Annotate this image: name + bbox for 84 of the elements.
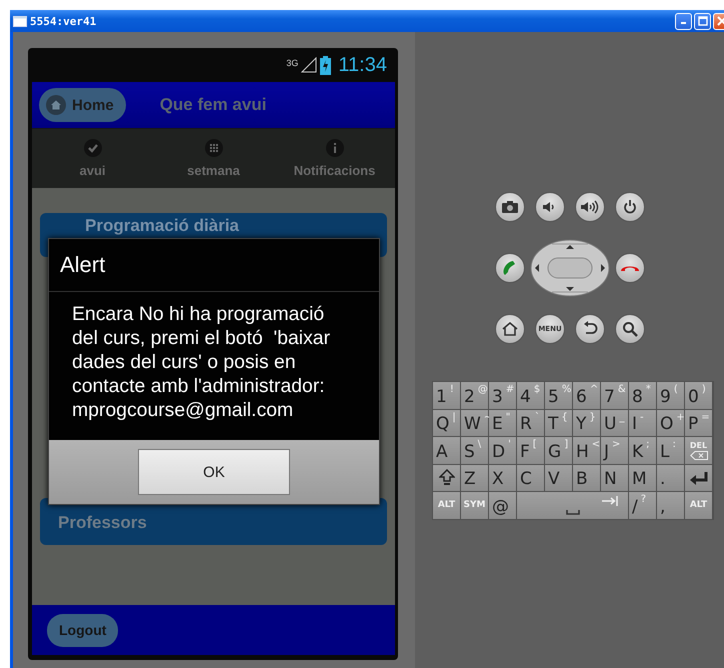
key[interactable]: . [657,464,684,491]
speaker-icon [581,200,599,214]
search-icon [622,321,638,337]
home-key[interactable] [495,314,525,344]
search-key[interactable] [615,314,645,344]
key[interactable]: R ` [517,410,544,436]
dialog-message: Encara No hi ha programació del curs, premi el botó 'baixar dades del curs' o posis en contacte amb l'administrador: mprogcourse@gmail.com [72,302,332,422]
key[interactable]: O + [657,410,684,436]
maximize-icon [698,16,708,26]
tab[interactable]: avui [32,129,153,188]
screen-title: Que fem avui [160,95,266,115]
back-arrow-icon [582,321,598,337]
key[interactable] [433,464,460,491]
key[interactable]: B [573,464,600,491]
tab-arrow-icon [602,496,618,506]
maximize-button[interactable] [694,12,711,30]
key[interactable]: , [657,492,684,518]
home-icon [46,95,66,115]
key[interactable]: P = [685,410,712,436]
key[interactable]: 6 ^ [573,382,600,408]
directional-pad[interactable] [530,239,610,297]
window-title: 5554:ver41 [30,14,96,28]
key[interactable]: 0 ) [685,382,712,408]
key[interactable]: 7 & [601,382,628,408]
key[interactable]: C [517,464,544,491]
clock: 11:34 [338,54,387,76]
key[interactable]: @ [489,492,516,518]
camera-button[interactable] [495,192,525,222]
signal-icon [301,57,318,73]
grid-icon [204,139,222,157]
key[interactable]: 8 * [629,382,656,408]
key[interactable]: U _ [601,410,628,436]
network-label: 3G [286,58,298,68]
key[interactable]: H < [573,437,600,464]
end-call-button[interactable] [615,253,645,283]
key[interactable]: Y } [573,410,600,436]
key[interactable]: 2 @ [461,382,488,408]
key[interactable]: 5 % [545,382,572,408]
key[interactable]: K ; [629,437,656,464]
backspace-icon [690,450,708,460]
close-icon [716,16,724,26]
tab[interactable]: setmana [153,129,274,188]
back-key[interactable] [575,314,605,344]
volume-down-button[interactable] [535,192,565,222]
enter-icon [688,470,708,485]
key[interactable]: N [601,464,628,491]
logout-button[interactable]: Logout [47,614,118,646]
key[interactable]: L : [657,437,684,464]
key[interactable]: F [ [517,437,544,464]
key[interactable]: T { [545,410,572,436]
call-button[interactable] [495,253,525,283]
minimize-button[interactable] [675,12,692,30]
key[interactable]: D ' [489,437,516,464]
battery-icon [320,56,332,74]
key[interactable]: Z [461,464,488,491]
shift-icon [438,469,454,486]
house-icon [502,322,518,336]
key[interactable]: I - [629,410,656,436]
key[interactable]: V [545,464,572,491]
space-icon [566,510,580,515]
info-icon [326,139,344,157]
camera-icon [502,201,518,213]
key[interactable] [685,464,712,491]
window-icon [13,16,27,26]
key[interactable]: X [489,464,516,491]
key[interactable]: / ? [629,492,656,518]
key[interactable]: E " [489,410,516,436]
ok-button[interactable]: OK [138,449,290,495]
key[interactable]: Q | [433,410,460,436]
power-icon [623,200,637,214]
check-icon [84,139,102,157]
key[interactable]: 9 ( [657,382,684,408]
key[interactable]: 4 $ [517,382,544,408]
key[interactable]: S \ [461,437,488,464]
dialog-title: Alert [49,239,379,292]
key[interactable]: M [629,464,656,491]
key[interactable]: G ] [545,437,572,464]
volume-up-button[interactable] [575,192,605,222]
key[interactable]: 1 ! [433,382,460,408]
key[interactable]: A [433,437,460,464]
tab[interactable]: Notificacions [274,129,395,188]
key[interactable]: J > [601,437,628,464]
key[interactable]: 3 # [489,382,516,408]
power-button[interactable] [615,192,645,222]
